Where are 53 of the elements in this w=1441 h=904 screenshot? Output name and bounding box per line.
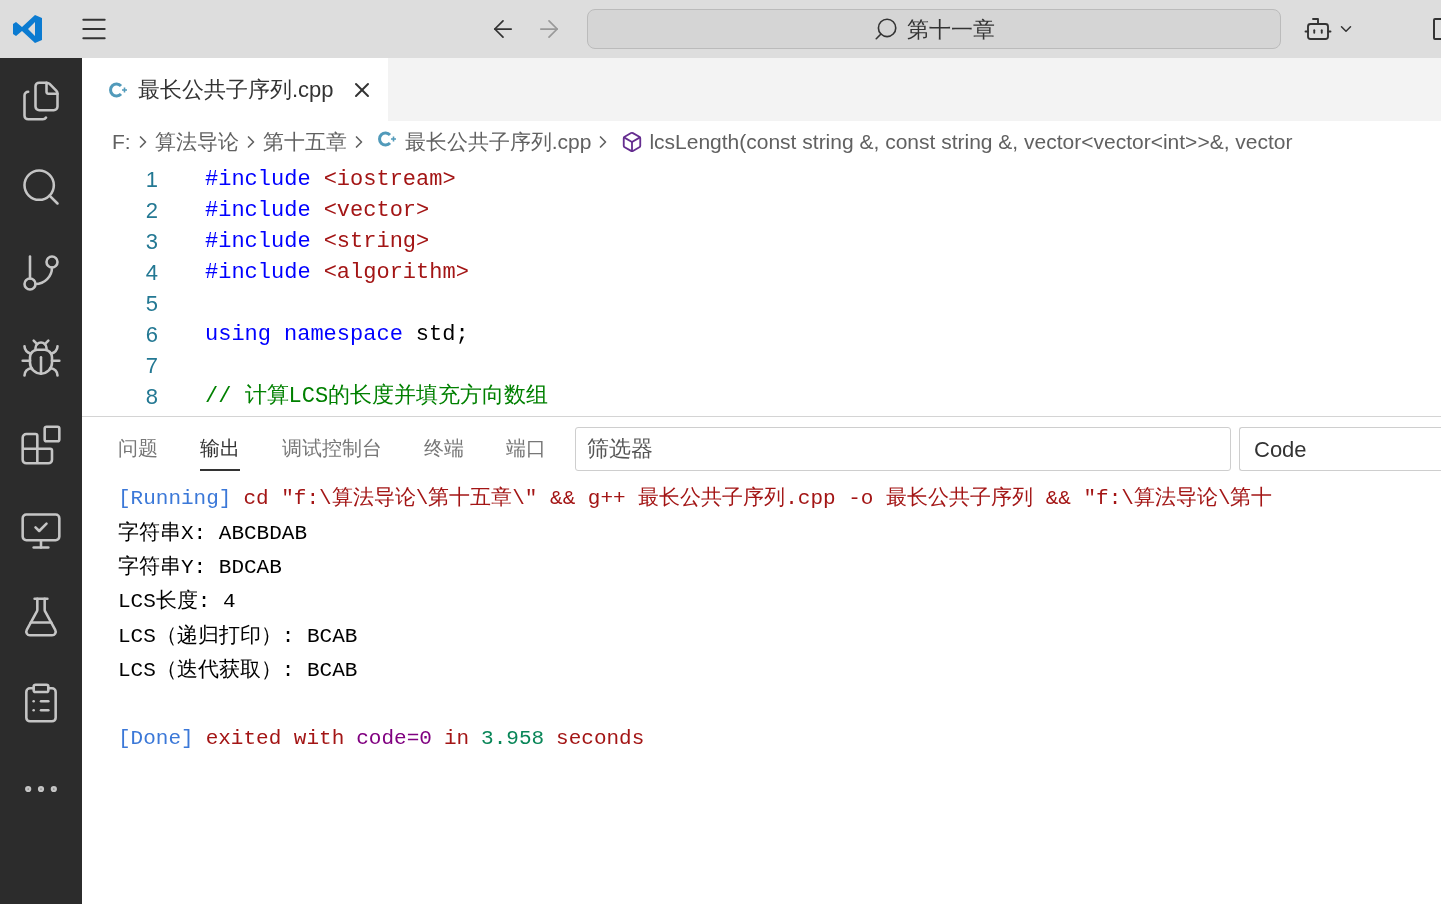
app-logo-icon <box>12 13 44 45</box>
search-icon <box>873 16 899 42</box>
line-number: 4 <box>144 259 158 287</box>
breadcrumb-item[interactable]: F: <box>112 126 131 158</box>
code-token: <vector> <box>323 197 430 225</box>
tab-label: 最长公共子序列.cpp <box>138 76 334 104</box>
line-number: 6 <box>144 321 158 349</box>
output-text: 3.958 <box>481 726 545 753</box>
output-text: seconds <box>556 726 645 753</box>
output-text: LCS（迭代获取）: BCAB <box>118 657 358 684</box>
code-token: <iostream> <box>323 166 456 194</box>
code-token: // 计算LCS的长度并填充方向数组 <box>205 382 549 411</box>
filter-field[interactable]: 筛选器 <box>575 427 1231 471</box>
editor-tab[interactable]: 最长公共子序列.cpp <box>82 58 388 121</box>
breadcrumb-item[interactable]: lcsLength(const string &, const string &, vector<vector<int>>&, vector <box>649 126 1293 158</box>
output-text: 字符串Y: BDCAB <box>118 554 282 581</box>
code-token: #include <box>205 197 311 225</box>
line-number: 8 <box>144 383 158 411</box>
panel-tab[interactable]: 问题 <box>118 427 158 471</box>
code-token: #include <box>205 228 311 256</box>
code-token: std; <box>415 321 469 349</box>
cpp-file-icon <box>108 79 128 100</box>
breadcrumb-item[interactable]: 第十五章 <box>262 126 347 158</box>
output-text: code=0 <box>356 726 432 753</box>
line-number: 3 <box>144 228 158 256</box>
line-number: 5 <box>144 290 158 318</box>
output-text: cd "f:\算法导论\第十五章\" && g++ 最长公共子序列.cpp -o 最长公共子序列 && "f:\算法导论\第十 <box>243 485 1273 513</box>
output-text: exited with <box>205 726 345 753</box>
output-text: LCS（递归打印）: BCAB <box>118 623 358 650</box>
output-text: [Running] <box>118 486 232 513</box>
channel-dropdown[interactable]: Code <box>1239 427 1441 471</box>
line-number: 1 <box>144 166 158 194</box>
code-token: #include <box>205 166 311 194</box>
output-text: in <box>443 726 470 753</box>
command-center[interactable]: 第十一章 <box>587 9 1281 49</box>
code-token: using <box>205 321 271 349</box>
code-token: <string> <box>323 228 430 256</box>
line-number: 7 <box>144 352 158 380</box>
panel-tab[interactable]: 终端 <box>424 427 464 471</box>
output-text: 字符串X: ABCBDAB <box>118 520 308 547</box>
method-icon <box>621 131 644 153</box>
breadcrumb-item[interactable]: 算法导论 <box>154 126 239 158</box>
code-token: #include <box>205 259 311 287</box>
output-text: LCS长度: 4 <box>118 588 236 616</box>
panel-tab[interactable]: 输出 <box>200 427 240 471</box>
breadcrumb-item[interactable]: 最长公共子序列.cpp <box>404 126 592 158</box>
code-token: namespace <box>284 321 403 349</box>
panel-tab[interactable]: 端口 <box>506 427 546 471</box>
code-token: <algorithm> <box>323 259 469 287</box>
line-number: 2 <box>144 197 158 225</box>
panel-tab[interactable]: 调试控制台 <box>282 427 382 471</box>
output-text: [Done] <box>118 726 194 753</box>
search-text: 第十一章 <box>907 15 995 44</box>
